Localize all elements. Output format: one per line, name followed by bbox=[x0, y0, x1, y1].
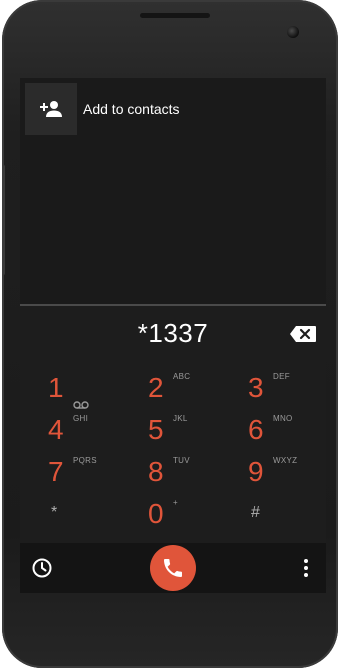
key-digit: 9 bbox=[248, 456, 264, 487]
key-1[interactable]: 1 bbox=[25, 368, 125, 416]
key-8[interactable]: 8 TUV bbox=[125, 452, 225, 500]
key-digit: 3 bbox=[248, 372, 264, 403]
key-star[interactable]: * bbox=[25, 498, 125, 546]
key-digit: * bbox=[51, 504, 58, 521]
contact-area: Add to contacts bbox=[20, 78, 326, 304]
key-digit: 7 bbox=[48, 456, 64, 487]
key-7[interactable]: 7 PQRS bbox=[25, 452, 125, 500]
phone-device: Add to contacts *1337 1 2 ABC 3 DEF 4 GH… bbox=[2, 0, 338, 668]
key-letters: DEF bbox=[273, 372, 290, 381]
side-button bbox=[2, 165, 5, 275]
key-digit: 8 bbox=[148, 456, 164, 487]
key-9[interactable]: 9 WXYZ bbox=[225, 452, 325, 500]
key-5[interactable]: 5 JKL bbox=[125, 410, 225, 458]
action-bar bbox=[20, 543, 326, 593]
add-to-contacts-label: Add to contacts bbox=[83, 101, 180, 117]
divider bbox=[20, 304, 326, 306]
clock-icon[interactable] bbox=[30, 556, 54, 580]
key-0[interactable]: 0 + bbox=[125, 494, 225, 542]
key-digit: 1 bbox=[48, 372, 64, 403]
key-letters: PQRS bbox=[73, 456, 97, 465]
dialer-screen: Add to contacts *1337 1 2 ABC 3 DEF 4 GH… bbox=[20, 78, 326, 593]
key-3[interactable]: 3 DEF bbox=[225, 368, 325, 416]
front-camera bbox=[287, 26, 299, 38]
add-to-contacts-row[interactable]: Add to contacts bbox=[25, 83, 321, 135]
key-letters: + bbox=[173, 498, 178, 507]
key-letters: ABC bbox=[173, 372, 191, 381]
key-letters: MNO bbox=[273, 414, 293, 423]
key-letters: JKL bbox=[173, 414, 188, 423]
key-letters: WXYZ bbox=[273, 456, 298, 465]
key-4[interactable]: 4 GHI bbox=[25, 410, 125, 458]
phone-icon bbox=[164, 559, 182, 577]
more-vert-icon[interactable] bbox=[298, 556, 314, 580]
key-digit: 0 bbox=[148, 498, 164, 529]
key-letters: TUV bbox=[173, 456, 190, 465]
call-button[interactable] bbox=[150, 545, 196, 591]
dialed-number[interactable]: *1337 bbox=[20, 318, 326, 349]
key-digit: 5 bbox=[148, 414, 164, 445]
key-digit: # bbox=[251, 504, 260, 521]
key-2[interactable]: 2 ABC bbox=[125, 368, 225, 416]
key-digit: 6 bbox=[248, 414, 264, 445]
key-6[interactable]: 6 MNO bbox=[225, 410, 325, 458]
key-hash[interactable]: # bbox=[225, 498, 325, 546]
digits-row: *1337 bbox=[20, 308, 326, 360]
backspace-icon[interactable] bbox=[290, 326, 316, 342]
key-digit: 4 bbox=[48, 414, 64, 445]
key-letters: GHI bbox=[73, 414, 89, 423]
speaker-grille bbox=[140, 13, 210, 18]
person-add-icon[interactable] bbox=[25, 83, 77, 135]
key-digit: 2 bbox=[148, 372, 164, 403]
